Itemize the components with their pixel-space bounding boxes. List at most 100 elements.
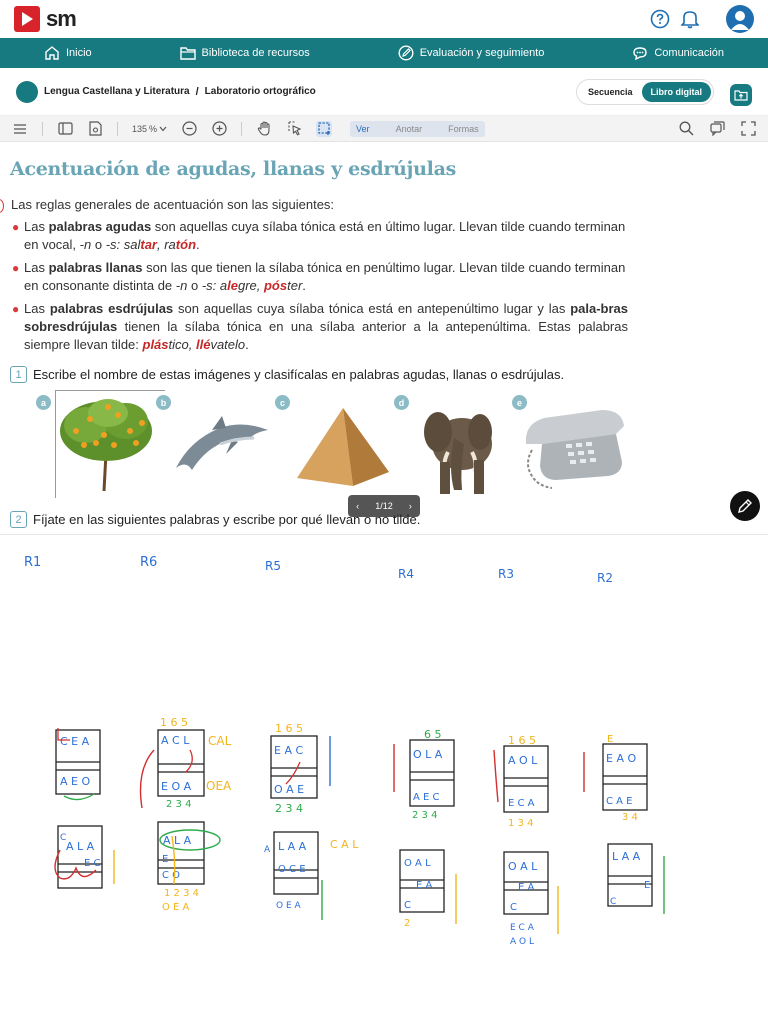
svg-text:1 6 5: 1 6 5 [160, 716, 188, 729]
breadcrumb-separator: / [195, 85, 199, 98]
select-cursor-icon[interactable] [286, 121, 302, 137]
toolbar-divider [42, 121, 43, 136]
logo-play-icon [14, 6, 40, 32]
exercise-2: 2 Fíjate en las siguientes palabras y es… [10, 511, 420, 528]
svg-text:A: A [264, 845, 271, 855]
rule-agudas: ● Las palabras agudas son aquellas cuya … [12, 219, 626, 252]
svg-text:E: E [162, 854, 168, 865]
margin-marker [0, 199, 4, 213]
nav-item-evaluacion[interactable]: Evaluación y seguimiento [398, 45, 545, 61]
help-icon[interactable] [650, 9, 670, 29]
comments-icon[interactable] [710, 121, 725, 138]
pen-tool-icon [738, 499, 752, 513]
svg-text:C: C [404, 900, 411, 911]
exercise-1: 1 Escribe el nombre de estas imágenes y … [10, 366, 564, 383]
label-r2: R2 [597, 571, 613, 585]
subject-dot-icon [16, 80, 38, 103]
svg-text:C A E: C A E [606, 796, 633, 807]
svg-text:2: 2 [404, 918, 410, 929]
folder-icon [179, 47, 196, 60]
breadcrumb-bar: Lengua Castellana y Literatura / Laborat… [0, 68, 768, 116]
svg-text:C: C [610, 897, 616, 907]
resource-folder-button[interactable] [730, 84, 752, 106]
svg-text:E: E [644, 880, 650, 891]
folder-arrow-icon [734, 90, 748, 101]
svg-text:1 6 5: 1 6 5 [275, 722, 303, 735]
view-switch: Secuencia Libro digital [575, 79, 714, 105]
dolphin-image [172, 410, 272, 474]
svg-text:1 6 5: 1 6 5 [508, 734, 536, 747]
svg-text:3 4: 3 4 [622, 812, 638, 823]
bell-icon[interactable] [680, 9, 700, 29]
search-icon[interactable] [679, 121, 694, 138]
zoom-unit: % [149, 123, 158, 134]
document-page: Acentuación de agudas, llanas y esdrújul… [0, 142, 768, 998]
svg-text:C E A: C E A [60, 735, 90, 748]
svg-text:L A A: L A A [278, 840, 307, 853]
toolbar-divider [117, 121, 118, 136]
image-letter-d: d [394, 395, 409, 410]
svg-text:C: C [510, 902, 517, 913]
breadcrumb-subject[interactable]: Lengua Castellana y Literatura [44, 86, 190, 97]
page-settings-icon[interactable] [87, 121, 103, 137]
svg-text:A L A: A L A [163, 834, 192, 847]
svg-text:2 3 4: 2 3 4 [166, 799, 191, 810]
annotate-tools-button[interactable] [730, 491, 760, 521]
svg-text:O L A: O L A [413, 748, 443, 761]
chevron-down-icon [159, 126, 167, 131]
zoom-select[interactable]: 135 % [132, 124, 167, 134]
mode-ver-tab[interactable]: Ver [356, 124, 370, 134]
rule-llanas: ● Las palabras llanas son las que tienen… [12, 260, 626, 293]
exercise-number: 1 [10, 366, 27, 383]
exercise-text: Fíjate en las siguientes palabras y escr… [33, 512, 421, 527]
svg-text:O A L: O A L [404, 858, 431, 869]
mode-anotar-tab[interactable]: Anotar [396, 124, 423, 134]
image-letter-c: c [275, 395, 290, 410]
menu-icon[interactable] [12, 121, 28, 137]
svg-text:A O L: A O L [508, 754, 538, 767]
view-libro-digital-button[interactable]: Libro digital [641, 82, 711, 102]
toolbar-divider [241, 121, 243, 136]
view-secuencia-button[interactable]: Secuencia [579, 82, 642, 102]
prev-page-icon[interactable]: ‹ [356, 501, 359, 511]
area-select-icon[interactable] [316, 120, 333, 137]
label-r1: R1 [24, 555, 41, 570]
zoom-out-icon[interactable] [181, 121, 197, 137]
bullet-dot: ● [12, 220, 20, 234]
nav-label: Comunicación [654, 47, 725, 59]
svg-text:O A E: O A E [274, 783, 304, 796]
image-letter-a: a [36, 395, 51, 410]
svg-text:1 2 3 4: 1 2 3 4 [164, 888, 199, 899]
next-page-icon[interactable]: › [409, 501, 412, 511]
svg-text:O E A: O E A [162, 902, 190, 913]
nav-item-inicio[interactable]: Inicio [44, 45, 92, 61]
page-title: Acentuación de agudas, llanas y esdrújul… [10, 158, 456, 180]
handwritten-annotations: R1 R6 R5 R4 R3 R2 C E A A E O 1 6 5 A C … [24, 555, 665, 947]
fullscreen-icon[interactable] [741, 121, 756, 138]
user-avatar[interactable] [726, 5, 754, 33]
svg-text:L A A: L A A [612, 850, 641, 863]
nav-label: Biblioteca de recursos [201, 47, 310, 59]
nav-label: Evaluación y seguimiento [419, 47, 545, 59]
svg-text:E C A: E C A [508, 798, 535, 809]
top-bar: sm [0, 0, 768, 38]
chat-icon [633, 47, 648, 61]
exercise-text: Escribe el nombre de estas imágenes y cl… [33, 367, 565, 382]
breadcrumb-unit[interactable]: Laboratorio ortográfico [205, 86, 316, 97]
svg-text:2 3 4: 2 3 4 [412, 810, 437, 821]
sidebar-toggle-icon[interactable] [57, 121, 73, 137]
zoom-in-icon[interactable] [211, 121, 227, 137]
viewer-toolbar: 135 % Ver Anotar Formas [0, 116, 768, 142]
svg-text:E O A: E O A [161, 780, 192, 793]
svg-text:A E C: A E C [413, 792, 440, 803]
svg-text:E C: E C [84, 858, 100, 869]
mode-tabs: Ver Anotar Formas [350, 120, 485, 137]
nav-item-comunicacion[interactable]: Comunicación [632, 45, 724, 61]
mode-formas-tab[interactable]: Formas [448, 124, 479, 134]
label-r4: R4 [398, 567, 414, 581]
brand-logo[interactable]: sm [14, 6, 77, 32]
svg-text:2 3 4: 2 3 4 [275, 802, 303, 815]
svg-text:6 5: 6 5 [424, 728, 442, 741]
nav-item-biblioteca[interactable]: Biblioteca de recursos [179, 46, 310, 60]
hand-pan-icon[interactable] [256, 121, 272, 137]
